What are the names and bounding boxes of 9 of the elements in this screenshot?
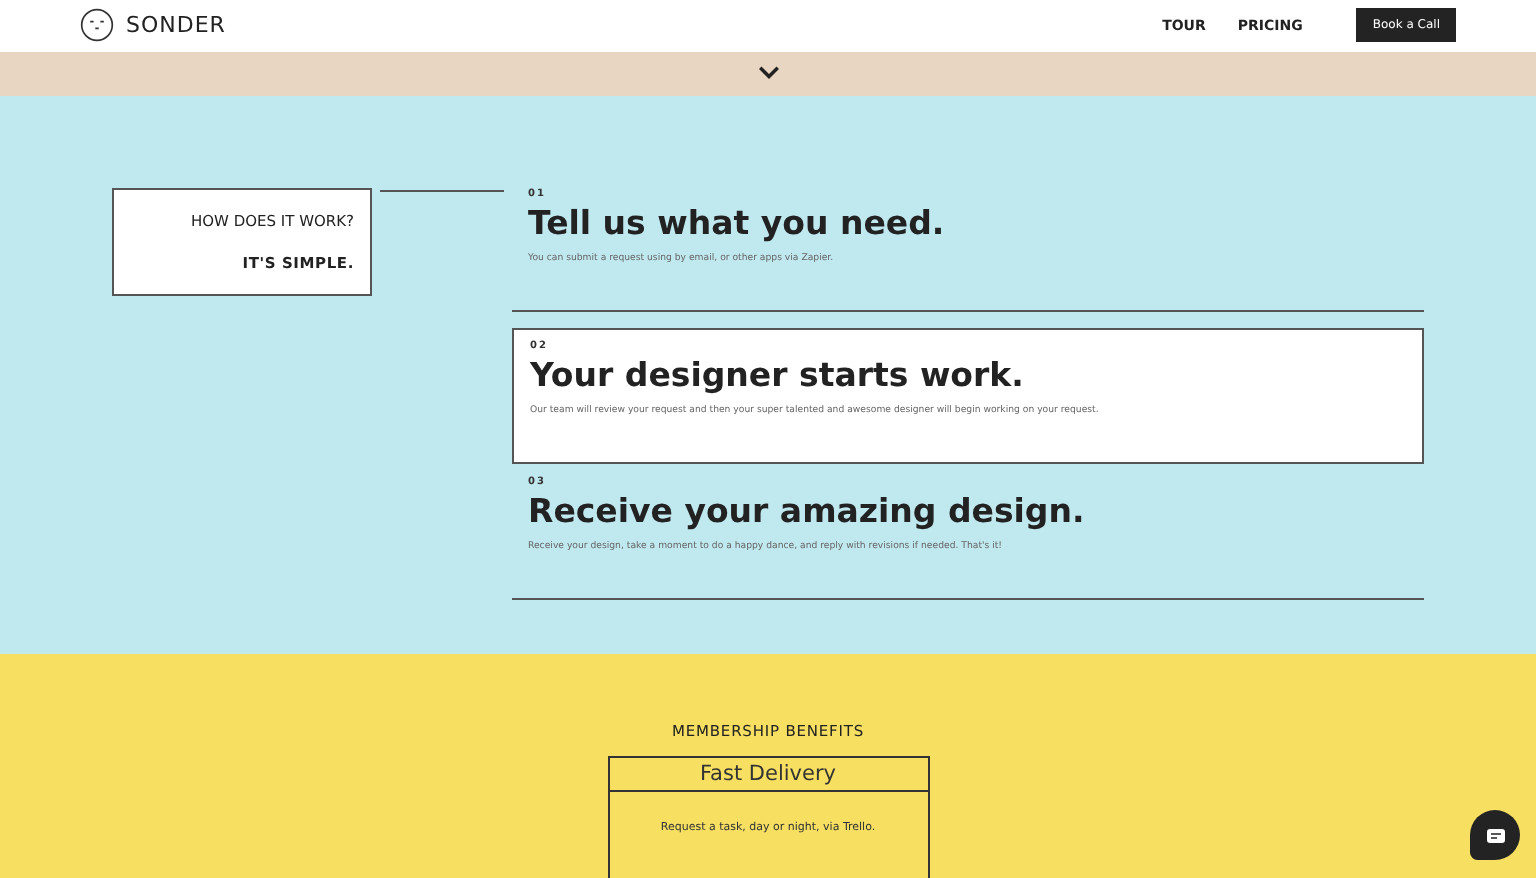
chat-icon: [1485, 827, 1505, 843]
chat-button[interactable]: [1470, 810, 1520, 860]
benefit-title: Fast Delivery: [609, 758, 927, 792]
logo-icon: [80, 8, 114, 43]
brand-name: SONDER: [126, 12, 226, 39]
chevron-down-icon[interactable]: [757, 66, 779, 81]
step-title: Receive your amazing design.: [528, 492, 1087, 531]
step-title: Tell us what you need.: [528, 204, 947, 243]
step-title: Your designer starts work.: [530, 356, 1026, 395]
